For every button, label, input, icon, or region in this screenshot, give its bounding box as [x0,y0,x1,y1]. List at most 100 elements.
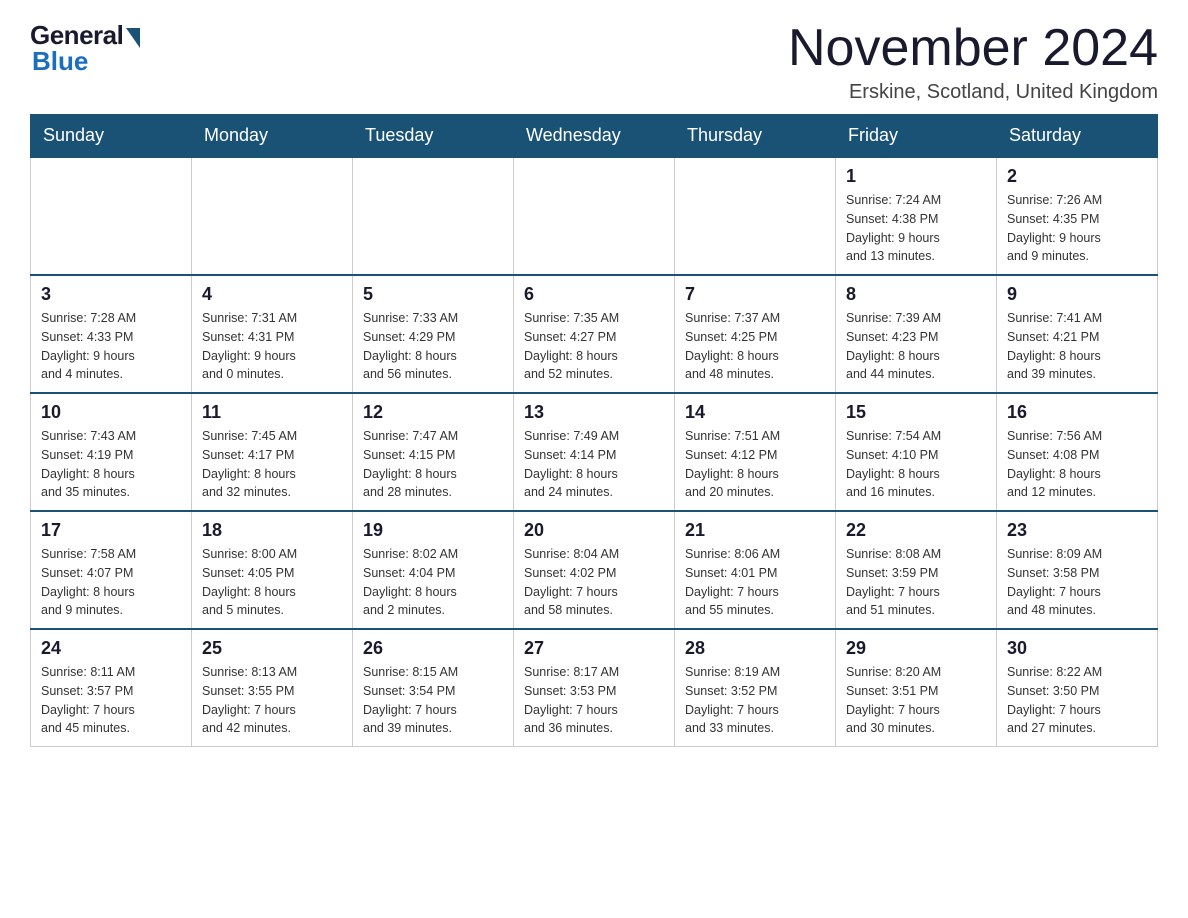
day-number: 17 [41,520,181,541]
day-number: 21 [685,520,825,541]
calendar-cell [192,157,353,275]
day-info: Sunrise: 7:54 AMSunset: 4:10 PMDaylight:… [846,427,986,502]
calendar-cell: 6 Sunrise: 7:35 AMSunset: 4:27 PMDaylight… [514,275,675,393]
calendar-week-row: 1 Sunrise: 7:24 AMSunset: 4:38 PMDaylight… [31,157,1158,275]
calendar-cell: 25 Sunrise: 8:13 AMSunset: 3:55 PMDayligh… [192,629,353,747]
calendar-cell: 8 Sunrise: 7:39 AMSunset: 4:23 PMDaylight… [836,275,997,393]
calendar-cell: 4Sunrise: 7:31 AMSunset: 4:31 PMDaylight… [192,275,353,393]
day-info: Sunrise: 8:20 AMSunset: 3:51 PMDaylight:… [846,663,986,738]
day-info: Sunrise: 8:06 AMSunset: 4:01 PMDaylight:… [685,545,825,620]
calendar-cell: 27Sunrise: 8:17 AMSunset: 3:53 PMDayligh… [514,629,675,747]
day-number: 29 [846,638,986,659]
title-section: November 2024 Erskine, Scotland, United … [788,20,1158,104]
calendar-cell: 9Sunrise: 7:41 AMSunset: 4:21 PMDaylight… [997,275,1158,393]
day-number: 7 [685,284,825,305]
day-number: 28 [685,638,825,659]
day-number: 19 [363,520,503,541]
calendar-cell: 28Sunrise: 8:19 AMSunset: 3:52 PMDayligh… [675,629,836,747]
page-header: General Blue November 2024 Erskine, Scot… [30,20,1158,104]
day-info: Sunrise: 7:35 AMSunset: 4:27 PMDaylight:… [524,309,664,384]
day-number: 2 [1007,166,1147,187]
day-number: 11 [202,402,342,423]
location-text: Erskine, Scotland, United Kingdom [788,81,1158,104]
day-info: Sunrise: 7:33 AMSunset: 4:29 PMDaylight:… [363,309,503,384]
calendar-header-sunday: Sunday [31,115,192,158]
calendar-week-row: 10 Sunrise: 7:43 AMSunset: 4:19 PMDayligh… [31,393,1158,511]
day-info: Sunrise: 7:51 AMSunset: 4:12 PMDaylight:… [685,427,825,502]
day-number: 13 [524,402,664,423]
day-number: 3 [41,284,181,305]
day-number: 9 [1007,284,1147,305]
calendar-cell: 29 Sunrise: 8:20 AMSunset: 3:51 PMDayligh… [836,629,997,747]
day-info: Sunrise: 7:49 AMSunset: 4:14 PMDaylight:… [524,427,664,502]
calendar-cell: 2 Sunrise: 7:26 AMSunset: 4:35 PMDaylight… [997,157,1158,275]
calendar-cell: 5 Sunrise: 7:33 AMSunset: 4:29 PMDaylight… [353,275,514,393]
day-info: Sunrise: 7:24 AMSunset: 4:38 PMDaylight:… [846,191,986,266]
day-number: 8 [846,284,986,305]
day-info: Sunrise: 8:04 AMSunset: 4:02 PMDaylight:… [524,545,664,620]
day-number: 1 [846,166,986,187]
day-number: 6 [524,284,664,305]
calendar-week-row: 17 Sunrise: 7:58 AMSunset: 4:07 PMDayligh… [31,511,1158,629]
calendar-cell: 30Sunrise: 8:22 AMSunset: 3:50 PMDayligh… [997,629,1158,747]
day-info: Sunrise: 7:39 AMSunset: 4:23 PMDaylight:… [846,309,986,384]
calendar-cell [514,157,675,275]
calendar-cell: 1 Sunrise: 7:24 AMSunset: 4:38 PMDaylight… [836,157,997,275]
calendar-cell: 7 Sunrise: 7:37 AMSunset: 4:25 PMDaylight… [675,275,836,393]
day-number: 26 [363,638,503,659]
calendar-cell: 21 Sunrise: 8:06 AMSunset: 4:01 PMDayligh… [675,511,836,629]
day-number: 16 [1007,402,1147,423]
day-info: Sunrise: 8:02 AMSunset: 4:04 PMDaylight:… [363,545,503,620]
day-number: 18 [202,520,342,541]
day-number: 12 [363,402,503,423]
day-number: 23 [1007,520,1147,541]
calendar-header-saturday: Saturday [997,115,1158,158]
day-info: Sunrise: 7:26 AMSunset: 4:35 PMDaylight:… [1007,191,1147,266]
calendar-table: SundayMondayTuesdayWednesdayThursdayFrid… [30,114,1158,747]
day-info: Sunrise: 7:58 AMSunset: 4:07 PMDaylight:… [41,545,181,620]
day-info: Sunrise: 7:43 AMSunset: 4:19 PMDaylight:… [41,427,181,502]
calendar-header-monday: Monday [192,115,353,158]
day-info: Sunrise: 7:28 AMSunset: 4:33 PMDaylight:… [41,309,181,384]
calendar-cell: 10 Sunrise: 7:43 AMSunset: 4:19 PMDayligh… [31,393,192,511]
day-number: 20 [524,520,664,541]
calendar-cell: 23 Sunrise: 8:09 AMSunset: 3:58 PMDayligh… [997,511,1158,629]
calendar-cell: 12 Sunrise: 7:47 AMSunset: 4:15 PMDayligh… [353,393,514,511]
day-info: Sunrise: 7:47 AMSunset: 4:15 PMDaylight:… [363,427,503,502]
logo: General Blue [30,20,140,77]
month-title: November 2024 [788,20,1158,77]
day-info: Sunrise: 8:08 AMSunset: 3:59 PMDaylight:… [846,545,986,620]
day-number: 15 [846,402,986,423]
calendar-cell [675,157,836,275]
calendar-cell: 15 Sunrise: 7:54 AMSunset: 4:10 PMDayligh… [836,393,997,511]
day-info: Sunrise: 8:22 AMSunset: 3:50 PMDaylight:… [1007,663,1147,738]
day-info: Sunrise: 8:13 AMSunset: 3:55 PMDaylight:… [202,663,342,738]
calendar-cell: 16Sunrise: 7:56 AMSunset: 4:08 PMDayligh… [997,393,1158,511]
day-info: Sunrise: 8:11 AMSunset: 3:57 PMDaylight:… [41,663,181,738]
calendar-week-row: 24 Sunrise: 8:11 AMSunset: 3:57 PMDayligh… [31,629,1158,747]
day-number: 14 [685,402,825,423]
day-number: 5 [363,284,503,305]
day-number: 22 [846,520,986,541]
day-number: 24 [41,638,181,659]
day-info: Sunrise: 7:37 AMSunset: 4:25 PMDaylight:… [685,309,825,384]
calendar-week-row: 3 Sunrise: 7:28 AMSunset: 4:33 PMDaylight… [31,275,1158,393]
calendar-cell [31,157,192,275]
calendar-cell: 14 Sunrise: 7:51 AMSunset: 4:12 PMDayligh… [675,393,836,511]
day-number: 27 [524,638,664,659]
logo-blue-text: Blue [32,46,88,77]
calendar-cell: 24 Sunrise: 8:11 AMSunset: 3:57 PMDayligh… [31,629,192,747]
day-info: Sunrise: 7:45 AMSunset: 4:17 PMDaylight:… [202,427,342,502]
calendar-cell: 3 Sunrise: 7:28 AMSunset: 4:33 PMDaylight… [31,275,192,393]
day-number: 25 [202,638,342,659]
day-number: 4 [202,284,342,305]
calendar-cell: 11 Sunrise: 7:45 AMSunset: 4:17 PMDayligh… [192,393,353,511]
calendar-cell: 13 Sunrise: 7:49 AMSunset: 4:14 PMDayligh… [514,393,675,511]
calendar-header-wednesday: Wednesday [514,115,675,158]
calendar-header-row: SundayMondayTuesdayWednesdayThursdayFrid… [31,115,1158,158]
calendar-cell: 22 Sunrise: 8:08 AMSunset: 3:59 PMDayligh… [836,511,997,629]
calendar-header-friday: Friday [836,115,997,158]
calendar-header-thursday: Thursday [675,115,836,158]
day-number: 10 [41,402,181,423]
day-info: Sunrise: 8:09 AMSunset: 3:58 PMDaylight:… [1007,545,1147,620]
